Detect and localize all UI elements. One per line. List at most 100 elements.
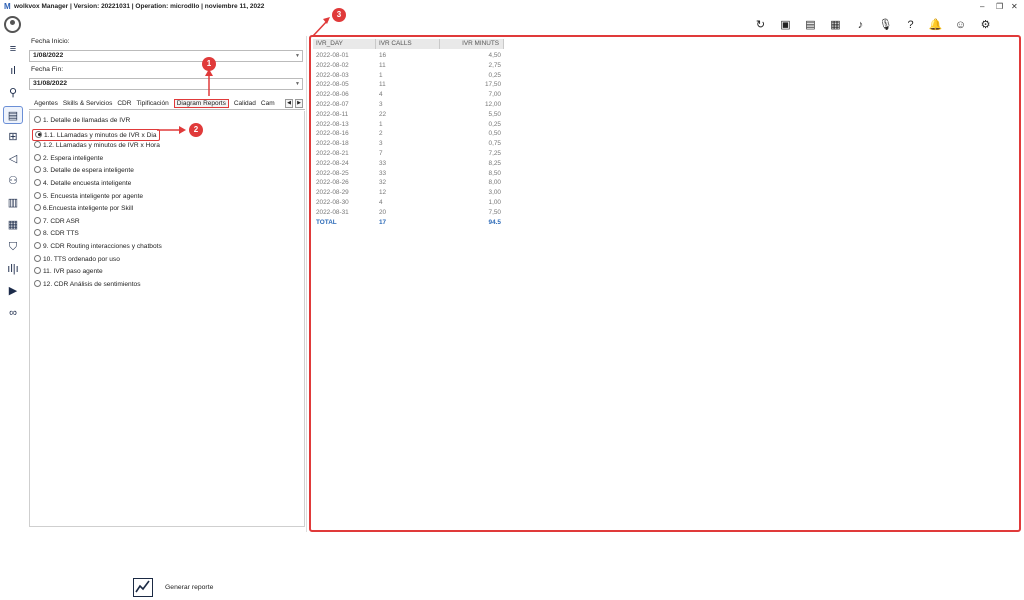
grid-total-cell: 94.5: [488, 218, 501, 226]
grid-cell: 33: [379, 169, 387, 177]
grid-cell: 17,50: [485, 81, 501, 89]
settings-icon[interactable]: ⚙: [977, 17, 994, 34]
help-icon[interactable]: ?: [902, 17, 919, 34]
survey-icon[interactable]: ▥: [3, 194, 23, 212]
report-option-label: 3. Detalle de espera inteligente: [43, 167, 134, 175]
grid-cell: 4,50: [488, 52, 501, 59]
voicemail-icon[interactable]: ∞: [3, 304, 23, 322]
calculator-icon[interactable]: ▦: [3, 216, 23, 234]
tab-calidad[interactable]: Calidad: [234, 100, 256, 107]
user-circle-icon[interactable]: ☺: [952, 17, 969, 34]
radio-button[interactable]: [34, 242, 41, 249]
grid-cell: 12,00: [485, 101, 501, 108]
report-option[interactable]: 3. Detalle de espera inteligente: [34, 166, 134, 174]
generate-report-button[interactable]: Generar reporte: [133, 578, 223, 600]
report-option[interactable]: 11. IVR paso agente: [34, 267, 103, 275]
report-options-list: Generar reporte 1. Detalle de llamadas d…: [29, 111, 305, 597]
grid-cell: 4: [379, 199, 383, 206]
fecha-inicio-label: Fecha Inicio:: [31, 38, 70, 45]
tab-cdr[interactable]: CDR: [117, 100, 131, 107]
tab-skills-servicios[interactable]: Skills & Servicios: [63, 100, 112, 107]
grid-cell: 2022-08-16: [316, 130, 349, 138]
radio-button[interactable]: [34, 204, 41, 212]
microphone-icon[interactable]: 🎙: [877, 17, 894, 34]
radio-button[interactable]: [34, 267, 41, 275]
report-option[interactable]: 4. Detalle encuesta inteligente: [34, 179, 131, 187]
tab-agentes[interactable]: Agentes: [34, 100, 58, 107]
grid-total-cell: TOTAL: [316, 218, 337, 226]
report-option[interactable]: 9. CDR Routing interacciones y chatbots: [34, 242, 162, 250]
refresh-icon[interactable]: ↻: [752, 17, 769, 34]
grid-column-header[interactable]: IVR_DAY: [313, 39, 376, 49]
restore-button[interactable]: ❐: [996, 0, 1003, 14]
chevron-down-icon[interactable]: ▼: [295, 51, 300, 61]
grid-cell: 0,50: [488, 130, 501, 138]
grid-column-header[interactable]: IVR MINUTS: [440, 39, 504, 49]
radio-button[interactable]: [34, 216, 41, 224]
audio-icon[interactable]: ıl|ı: [3, 260, 23, 278]
shield-icon[interactable]: ⛉: [3, 238, 23, 256]
report-option-label: 7. CDR ASR: [43, 217, 80, 225]
report-option[interactable]: 8. CDR TTS: [34, 229, 79, 237]
radio-button[interactable]: [35, 130, 42, 138]
report-option[interactable]: 1.2. LLamadas y minutos de IVR x Hora: [34, 141, 160, 149]
grid-cell: 7,00: [488, 91, 501, 99]
radio-button[interactable]: [34, 153, 41, 161]
grid-cell: 2022-08-03: [316, 71, 349, 79]
report-option-label: 11. IVR paso agente: [43, 268, 103, 276]
close-button[interactable]: ✕: [1011, 0, 1018, 14]
report-filter-panel: Fecha Inicio: 1/08/2022 ▼ Fecha Fin: 31/…: [29, 36, 305, 597]
users-icon[interactable]: ⚇: [3, 172, 23, 190]
routing-icon[interactable]: ⊞: [3, 128, 23, 146]
grid-cell: 33: [379, 159, 387, 167]
radio-button[interactable]: [34, 191, 41, 199]
user-avatar-icon[interactable]: [4, 16, 21, 33]
report-option[interactable]: 10. TTS ordenado por uso: [34, 254, 120, 263]
radio-button[interactable]: [34, 279, 41, 287]
report-option[interactable]: 7. CDR ASR: [34, 216, 80, 225]
report-option[interactable]: 1.1. LLamadas y minutos de IVR x Dia: [32, 128, 160, 141]
radio-button[interactable]: [34, 116, 41, 123]
analytics-icon[interactable]: ⚲: [3, 84, 23, 102]
report-option[interactable]: 6.Encuesta inteligente por Skill: [34, 204, 133, 212]
fecha-inicio-field[interactable]: 1/08/2022 ▼: [29, 50, 303, 62]
grid-cell: 12: [379, 189, 387, 197]
report-option[interactable]: 1. Detalle de llamadas de IVR: [34, 116, 130, 124]
panel-divider: [306, 36, 307, 532]
id-card-icon[interactable]: ▦: [827, 17, 844, 34]
book-icon[interactable]: ▤: [802, 17, 819, 34]
radio-button[interactable]: [34, 179, 41, 186]
window-title: wolkvox Manager | Version: 20221031 | Op…: [14, 3, 265, 10]
radio-button[interactable]: [34, 166, 41, 174]
report-option[interactable]: 2. Espera inteligente: [34, 153, 103, 162]
tab-diagram-reports[interactable]: Diagram Reports: [173, 99, 229, 108]
toolbox-icon[interactable]: ▣: [777, 17, 794, 34]
campaign-icon[interactable]: ◁: [3, 150, 23, 168]
minimize-button[interactable]: –: [980, 0, 984, 14]
grid-cell: 2022-08-13: [316, 120, 349, 128]
report-option[interactable]: 5. Encuesta inteligente por agente: [34, 191, 143, 200]
grid-column-header[interactable]: IVR CALLS: [376, 39, 440, 49]
menu-icon[interactable]: ≡: [3, 40, 23, 58]
report-option-label: 1.1. LLamadas y minutos de IVR x Dia: [44, 131, 157, 139]
chart-line-icon: [133, 578, 153, 597]
radio-button[interactable]: [34, 229, 41, 237]
grid-cell: 1: [379, 120, 383, 128]
tab-scroll-right-icon[interactable]: ▶: [295, 99, 303, 108]
grid-cell: 2022-08-24: [316, 159, 349, 167]
radio-button[interactable]: [34, 141, 41, 149]
music-note-icon[interactable]: ♪: [852, 17, 869, 34]
app-logo: M: [4, 2, 11, 11]
reports-icon[interactable]: ▤: [3, 106, 23, 124]
report-option[interactable]: 12. CDR Análisis de sentimientos: [34, 279, 141, 288]
bar-chart-icon[interactable]: ıl: [3, 62, 23, 80]
tab-cam[interactable]: Cam: [261, 100, 275, 107]
tab-scroll-left-icon[interactable]: ◀: [285, 99, 293, 108]
grid-cell: 2022-08-25: [316, 169, 349, 177]
tab-tipificaci-n[interactable]: Tipificación: [136, 100, 168, 107]
fecha-fin-field[interactable]: 31/08/2022 ▼: [29, 78, 303, 90]
bell-icon[interactable]: 🔔: [927, 17, 944, 34]
chevron-down-icon[interactable]: ▼: [295, 79, 300, 89]
radio-button[interactable]: [34, 254, 41, 262]
video-icon[interactable]: ▶: [3, 282, 23, 300]
